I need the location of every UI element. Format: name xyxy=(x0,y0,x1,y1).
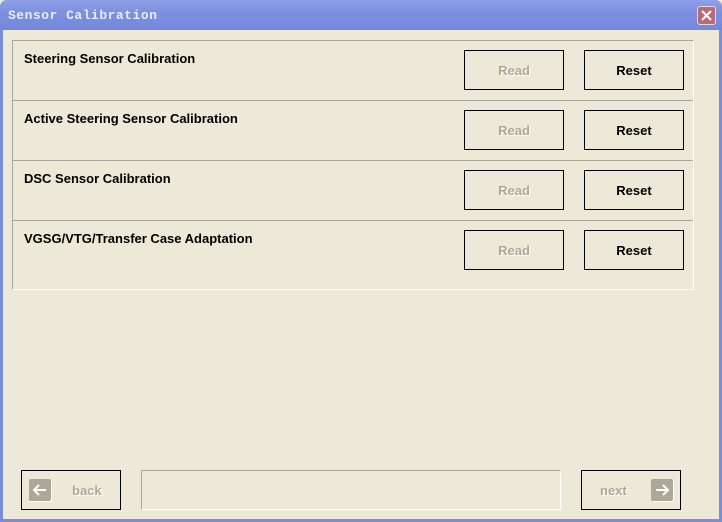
read-button[interactable]: Read xyxy=(464,50,564,90)
next-label: next xyxy=(600,483,627,498)
calibration-row-steering: Steering Sensor Calibration Read Reset xyxy=(13,41,693,101)
back-button[interactable]: back xyxy=(21,470,121,510)
read-button[interactable]: Read xyxy=(464,230,564,270)
row-label: Steering Sensor Calibration xyxy=(24,51,196,66)
reset-button[interactable]: Reset xyxy=(584,230,684,270)
reset-button[interactable]: Reset xyxy=(584,110,684,150)
window-title: Sensor Calibration xyxy=(8,8,158,23)
title-bar[interactable]: Sensor Calibration xyxy=(0,0,722,30)
calibration-row-transfer-case: VGSG/VTG/Transfer Case Adaptation Read R… xyxy=(13,221,693,289)
calibration-row-dsc: DSC Sensor Calibration Read Reset xyxy=(13,161,693,221)
close-button[interactable] xyxy=(697,6,716,25)
row-label: Active Steering Sensor Calibration xyxy=(24,111,238,126)
arrow-left-icon xyxy=(29,479,51,501)
back-label: back xyxy=(72,483,102,498)
read-button[interactable]: Read xyxy=(464,170,564,210)
status-field xyxy=(141,470,561,510)
row-label: DSC Sensor Calibration xyxy=(24,171,171,186)
calibration-panel: Steering Sensor Calibration Read Reset A… xyxy=(12,40,694,290)
calibration-row-active-steering: Active Steering Sensor Calibration Read … xyxy=(13,101,693,161)
next-button[interactable]: next xyxy=(581,470,681,510)
row-label: VGSG/VTG/Transfer Case Adaptation xyxy=(24,231,253,246)
reset-button[interactable]: Reset xyxy=(584,170,684,210)
reset-button[interactable]: Reset xyxy=(584,50,684,90)
arrow-right-icon xyxy=(651,479,673,501)
read-button[interactable]: Read xyxy=(464,110,564,150)
close-icon xyxy=(701,10,712,21)
